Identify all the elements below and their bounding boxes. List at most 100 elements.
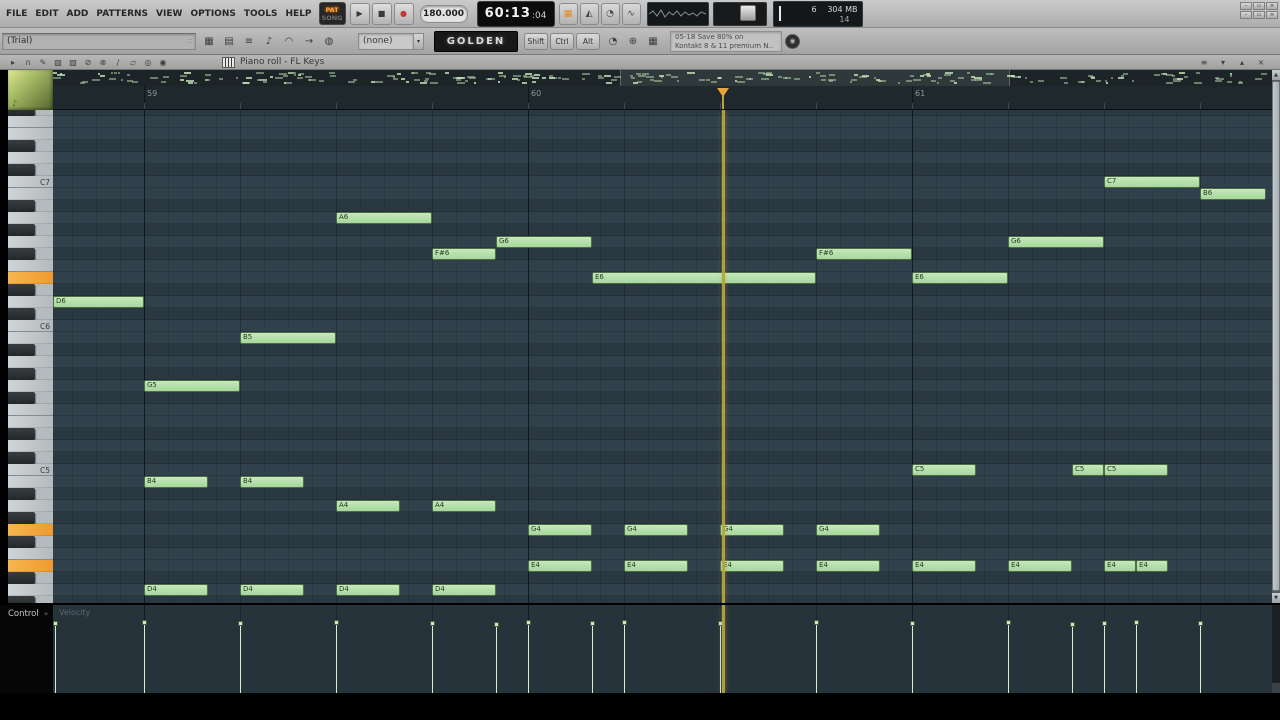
velocity-stem[interactable] [1200, 623, 1201, 693]
grid-row-gs6[interactable] [53, 224, 1272, 236]
piano-key-gs5[interactable] [8, 368, 53, 380]
piano-key-ds5[interactable] [8, 428, 53, 440]
note-b6[interactable]: B6 [1200, 188, 1266, 200]
note-a4[interactable]: A4 [432, 500, 496, 512]
note-c5[interactable]: C5 [1104, 464, 1168, 476]
piano-key-f4[interactable] [8, 548, 53, 560]
piano-key-b4[interactable] [8, 476, 53, 488]
menu-item-tools[interactable]: TOOLS [240, 9, 282, 19]
velocity-handle[interactable] [1198, 621, 1203, 626]
piano-key-g6[interactable] [8, 236, 53, 248]
typing-to-piano-icon[interactable]: ▦ [558, 2, 578, 25]
piano-key-ds6[interactable] [8, 284, 53, 296]
velocity-handle[interactable] [238, 621, 243, 626]
pattern-list-icon[interactable]: ≡ [240, 30, 258, 53]
note-e4[interactable]: E4 [1136, 560, 1168, 572]
grid-row-as6[interactable] [53, 200, 1272, 212]
vertical-scrollbar[interactable]: ▲ ▼ [1272, 70, 1280, 603]
piano-key-gs4[interactable] [8, 512, 53, 524]
note-fs6[interactable]: F#6 [432, 248, 496, 260]
velocity-stem[interactable] [592, 623, 593, 693]
velocity-stem[interactable] [1104, 623, 1105, 693]
grid-row-f6[interactable] [53, 260, 1272, 272]
note-e4[interactable]: E4 [528, 560, 592, 572]
note-e4[interactable]: E4 [1104, 560, 1136, 572]
piano-key-e5[interactable] [8, 416, 53, 428]
grid-row-e5[interactable] [53, 416, 1272, 428]
piano-notes-icon[interactable]: ♪ [260, 30, 278, 53]
pencil-tool-icon[interactable]: ✎ [36, 56, 50, 69]
grid-row-as4[interactable] [53, 488, 1272, 500]
mic-icon[interactable]: ◍ [320, 30, 338, 53]
scroll-down-icon[interactable]: ▼ [1272, 593, 1280, 603]
select-tool-icon[interactable]: ▱ [126, 56, 140, 69]
modifier-shift[interactable]: Shift [524, 32, 548, 50]
snap-magnet-icon[interactable]: ∩ [21, 56, 35, 69]
grid-row-f4[interactable] [53, 548, 1272, 560]
piano-key-b6[interactable] [8, 188, 53, 200]
menu-item-add[interactable]: ADD [63, 9, 93, 19]
focus-selector[interactable]: (none) [358, 32, 414, 50]
piano-key-as5[interactable] [8, 344, 53, 356]
note-g5[interactable]: G5 [144, 380, 240, 392]
app-minimize-button[interactable]: – [1240, 2, 1252, 10]
grid-row-d6[interactable] [53, 296, 1272, 308]
velocity-handle[interactable] [53, 621, 58, 626]
pianoroll-corner-widget[interactable]: ♪ [8, 70, 53, 110]
note-e4[interactable]: E4 [816, 560, 880, 572]
note-g6[interactable]: G6 [1008, 236, 1104, 248]
wave-editor-icon[interactable]: ◠ [280, 30, 298, 53]
piano-key-f5[interactable] [8, 404, 53, 416]
menu-item-options[interactable]: OPTIONS [186, 9, 239, 19]
velocity-stem[interactable] [1136, 622, 1137, 693]
velocity-handle[interactable] [1102, 621, 1107, 626]
note-d4[interactable]: D4 [336, 584, 400, 596]
hint-grid-icon[interactable]: ▦ [644, 30, 662, 53]
piano-key-a4[interactable] [8, 500, 53, 512]
velocity-handle[interactable] [1070, 622, 1075, 627]
grid-row-fs4[interactable] [53, 536, 1272, 548]
velocity-stem[interactable] [55, 623, 56, 693]
note-e4[interactable]: E4 [912, 560, 976, 572]
metronome-icon[interactable]: ◭ [579, 2, 599, 25]
piano-key-g5[interactable] [8, 380, 53, 392]
grid-row-ds6[interactable] [53, 284, 1272, 296]
inner-close-button[interactable]: × [1266, 11, 1278, 19]
step-edit-icon[interactable]: ▦ [200, 30, 218, 53]
grid-row-ds4[interactable] [53, 572, 1272, 584]
velocity-stem[interactable] [240, 623, 241, 693]
note-g4[interactable]: G4 [624, 524, 688, 536]
playback-tool-icon[interactable]: ◉ [156, 56, 170, 69]
piano-key-c6[interactable]: C6 [8, 320, 53, 332]
master-volume-slider[interactable] [712, 1, 767, 26]
news-badge[interactable]: ◉ [785, 33, 800, 49]
grid-row-cs7[interactable] [53, 164, 1272, 176]
grid-row-fs5[interactable] [53, 392, 1272, 404]
note-e4[interactable]: E4 [720, 560, 784, 572]
velocity-handle[interactable] [334, 620, 339, 625]
grid-row-e7[interactable] [53, 128, 1272, 140]
velocity-handle[interactable] [622, 620, 627, 625]
menu-item-patterns[interactable]: PATTERNS [92, 9, 152, 19]
velocity-handle[interactable] [590, 621, 595, 626]
loop-record-icon[interactable]: ∿ [621, 2, 641, 25]
velocity-stem[interactable] [624, 622, 625, 693]
zoom-tool-icon[interactable]: ◎ [141, 56, 155, 69]
note-c5[interactable]: C5 [1072, 464, 1104, 476]
slider-thumb[interactable] [739, 4, 756, 21]
note-b4[interactable]: B4 [144, 476, 208, 488]
grid-row-gs4[interactable] [53, 512, 1272, 524]
piano-key-fs5[interactable] [8, 392, 53, 404]
note-d4[interactable]: D4 [144, 584, 208, 596]
piano-key-fs4[interactable] [8, 536, 53, 548]
piano-key-cs7[interactable] [8, 164, 53, 176]
grid-row-b5[interactable] [53, 332, 1272, 344]
velocity-stem[interactable] [816, 622, 817, 693]
piano-key-d6[interactable] [8, 296, 53, 308]
grid-row-ds5[interactable] [53, 428, 1272, 440]
slice-tool-icon[interactable]: ∕ [111, 56, 125, 69]
grid-row-b6[interactable] [53, 188, 1272, 200]
velocity-handle[interactable] [142, 620, 147, 625]
piano-key-ds4[interactable] [8, 572, 53, 584]
velocity-lane[interactable]: Velocity [53, 605, 1272, 693]
